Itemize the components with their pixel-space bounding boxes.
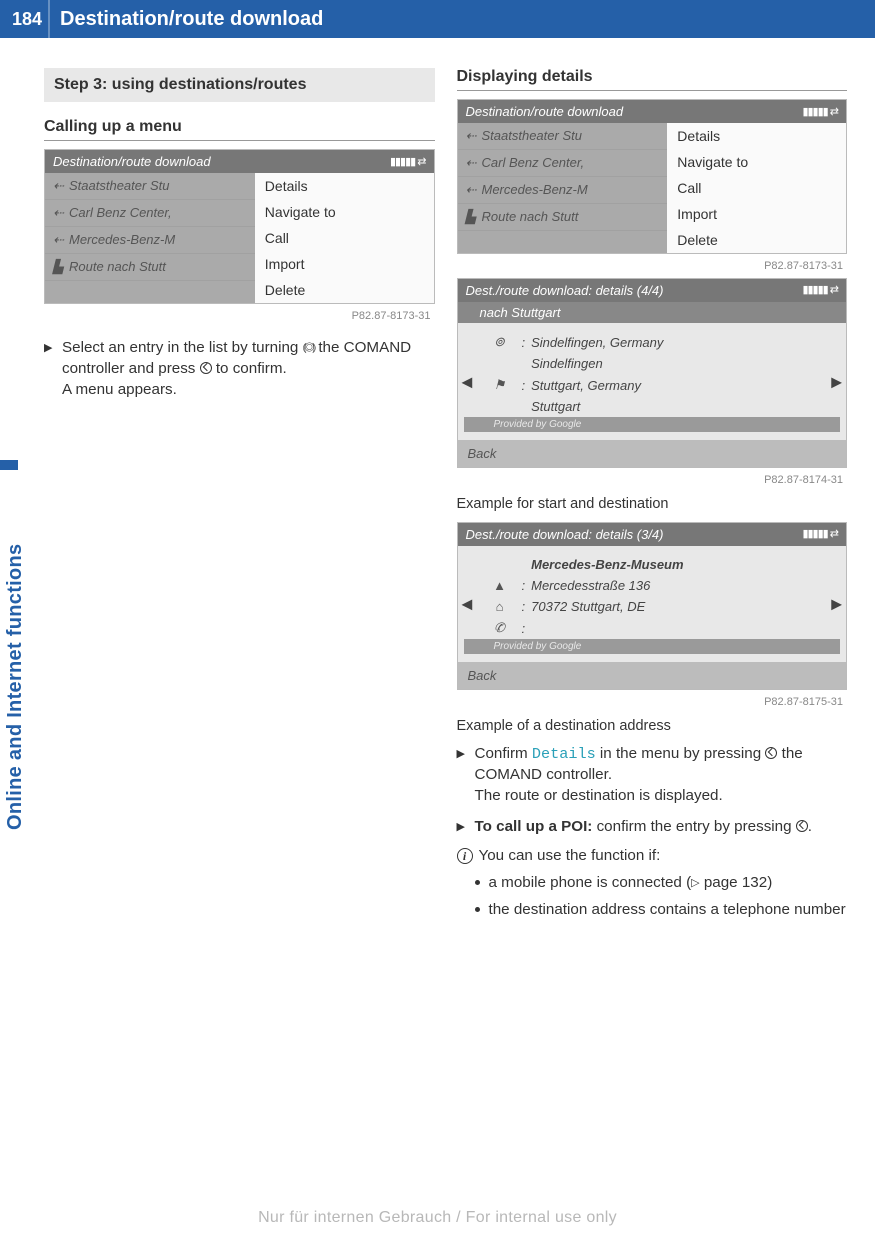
screenshot-context-menu: Details Navigate to Call Import Delete <box>255 173 434 303</box>
step-marker-icon <box>44 338 62 401</box>
detail-value: Sindelfingen, Germany <box>531 335 663 350</box>
arrow-right-icon: ▶ <box>831 596 842 613</box>
turn-controller-icon: ⦅◎⦆ <box>303 339 314 356</box>
detail-value: Mercedesstraße 136 <box>531 578 650 593</box>
pin-icon: ⊚ <box>484 334 516 350</box>
menu-item: Details <box>667 123 846 149</box>
step-text: Confirm <box>475 745 532 762</box>
list-item: Mercedes-Benz-M <box>69 232 175 247</box>
arrow-left-icon: ◀ <box>462 596 473 613</box>
list-item: Staatstheater Stu <box>69 178 169 193</box>
sub-heading-calling-menu: Calling up a menu <box>44 118 435 141</box>
list-item: Route nach Stutt <box>482 209 579 224</box>
step-text: Select an entry in the list by turning <box>62 339 303 356</box>
screenshot-left-list: ⇠Staatstheater Stu ⇠Carl Benz Center, ⇠M… <box>45 173 255 303</box>
step-heading: Step 3: using destinations/routes <box>44 68 435 102</box>
side-tab: Online and Internet functions <box>0 470 28 830</box>
screenshot-menu-1: Destination/route download ▮▮▮▮▮ ⇄ ⇠Staa… <box>44 149 435 304</box>
provider-label: Provided by Google <box>464 639 841 654</box>
sub-heading-displaying-details: Displaying details <box>457 68 848 91</box>
screenshot-title-text: Destination/route download <box>53 154 211 169</box>
provider-label: Provided by Google <box>464 417 841 432</box>
list-item: Staatstheater Stu <box>482 128 582 143</box>
signal-icon: ▮▮▮▮▮ ⇄ <box>390 155 426 168</box>
bullet-list: a mobile phone is connected (▷ page 132)… <box>475 873 848 921</box>
signal-icon: ▮▮▮▮▮ ⇄ <box>802 105 838 118</box>
screenshot-menu-2: Destination/route download ▮▮▮▮▮ ⇄ ⇠Staa… <box>457 99 848 254</box>
xref-icon: ▷ <box>691 876 699 891</box>
figure-id: P82.87-8174-31 <box>457 472 848 492</box>
menu-item: Delete <box>667 227 846 253</box>
ui-label-reference: Details <box>532 745 596 763</box>
detail-value: Stuttgart, Germany <box>531 378 641 393</box>
building-icon: ⌂ <box>484 599 516 614</box>
flag-icon: ▲ <box>484 578 516 593</box>
procedure-step: Confirm Details in the menu by pressing … <box>457 744 848 807</box>
step-text: in the menu by pressing <box>596 745 766 762</box>
menu-item: Details <box>255 173 434 199</box>
signal-icon: ▮▮▮▮▮ ⇄ <box>802 283 838 298</box>
step-marker-icon <box>457 744 475 807</box>
menu-item: Import <box>255 251 434 277</box>
back-button: Back <box>458 662 847 689</box>
step-result: A menu appears. <box>62 381 177 398</box>
list-item: Route nach Stutt <box>69 259 166 274</box>
list-item: Mercedes-Benz-M <box>482 182 588 197</box>
phone-icon: ✆ <box>484 620 516 636</box>
step-marker-icon <box>457 817 475 838</box>
menu-item: Call <box>667 175 846 201</box>
screenshot-title-text: Destination/route download <box>466 104 624 119</box>
detail-value: Sindelfingen <box>531 356 603 371</box>
screenshot-subtitle: nach Stuttgart <box>458 302 847 323</box>
back-button: Back <box>458 440 847 467</box>
list-item: Carl Benz Center, <box>69 205 172 220</box>
screenshot-title-text: Dest./route download: details (3/4) <box>466 527 664 542</box>
arrow-right-icon: ▶ <box>831 373 842 390</box>
info-note: i You can use the function if: <box>457 846 848 867</box>
procedure-step: Select an entry in the list by turning ⦅… <box>44 338 435 401</box>
figure-id: P82.87-8175-31 <box>457 694 848 714</box>
figure-caption: Example of a destination address <box>457 718 848 734</box>
screenshot-titlebar: Destination/route download ▮▮▮▮▮ ⇄ <box>45 150 434 173</box>
signal-icon: ▮▮▮▮▮ ⇄ <box>802 527 838 542</box>
menu-item: Navigate to <box>255 199 434 225</box>
figure-id: P82.87-8173-31 <box>457 258 848 278</box>
detail-value: 70372 Stuttgart, DE <box>531 599 645 614</box>
press-controller-icon <box>765 747 777 759</box>
menu-item: Delete <box>255 277 434 303</box>
detail-value: Stuttgart <box>531 399 580 414</box>
page-header: 184 Destination/route download <box>0 0 875 38</box>
info-icon: i <box>457 848 473 864</box>
figure-id: P82.87-8173-31 <box>44 308 435 328</box>
screenshot-details-address: Dest./route download: details (3/4) ▮▮▮▮… <box>457 522 848 690</box>
menu-item: Navigate to <box>667 149 846 175</box>
step-text: to confirm. <box>212 360 287 377</box>
figure-caption: Example for start and destination <box>457 496 848 512</box>
screenshot-details-route: Dest./route download: details (4/4) ▮▮▮▮… <box>457 278 848 468</box>
menu-item: Import <box>667 201 846 227</box>
list-item: a mobile phone is connected (▷ page 132) <box>475 873 848 894</box>
list-item: Carl Benz Center, <box>482 155 585 170</box>
left-column: Step 3: using destinations/routes Callin… <box>44 68 435 927</box>
step-bold: To call up a POI: <box>475 818 593 835</box>
press-controller-icon <box>200 362 212 374</box>
info-text: You can use the function if: <box>479 846 848 867</box>
procedure-step: To call up a POI: confirm the entry by p… <box>457 817 848 838</box>
page-title: Destination/route download <box>50 8 323 31</box>
arrow-left-icon: ◀ <box>462 373 473 390</box>
flag-icon: ⚑ <box>484 377 516 393</box>
step-text: . <box>808 818 812 835</box>
page-number: 184 <box>0 0 50 38</box>
side-tab-label: Online and Internet functions <box>4 470 27 830</box>
list-item: the destination address contains a telep… <box>475 900 848 921</box>
footer-watermark: Nur für internen Gebrauch / For internal… <box>0 1209 875 1227</box>
detail-name: Mercedes-Benz-Museum <box>531 557 683 572</box>
step-text: confirm the entry by pressing <box>592 818 795 835</box>
screenshot-title-text: Dest./route download: details (4/4) <box>466 283 664 298</box>
right-column: Displaying details Destination/route dow… <box>457 68 848 927</box>
step-result: The route or destination is displayed. <box>475 787 723 804</box>
menu-item: Call <box>255 225 434 251</box>
press-controller-icon <box>796 820 808 832</box>
